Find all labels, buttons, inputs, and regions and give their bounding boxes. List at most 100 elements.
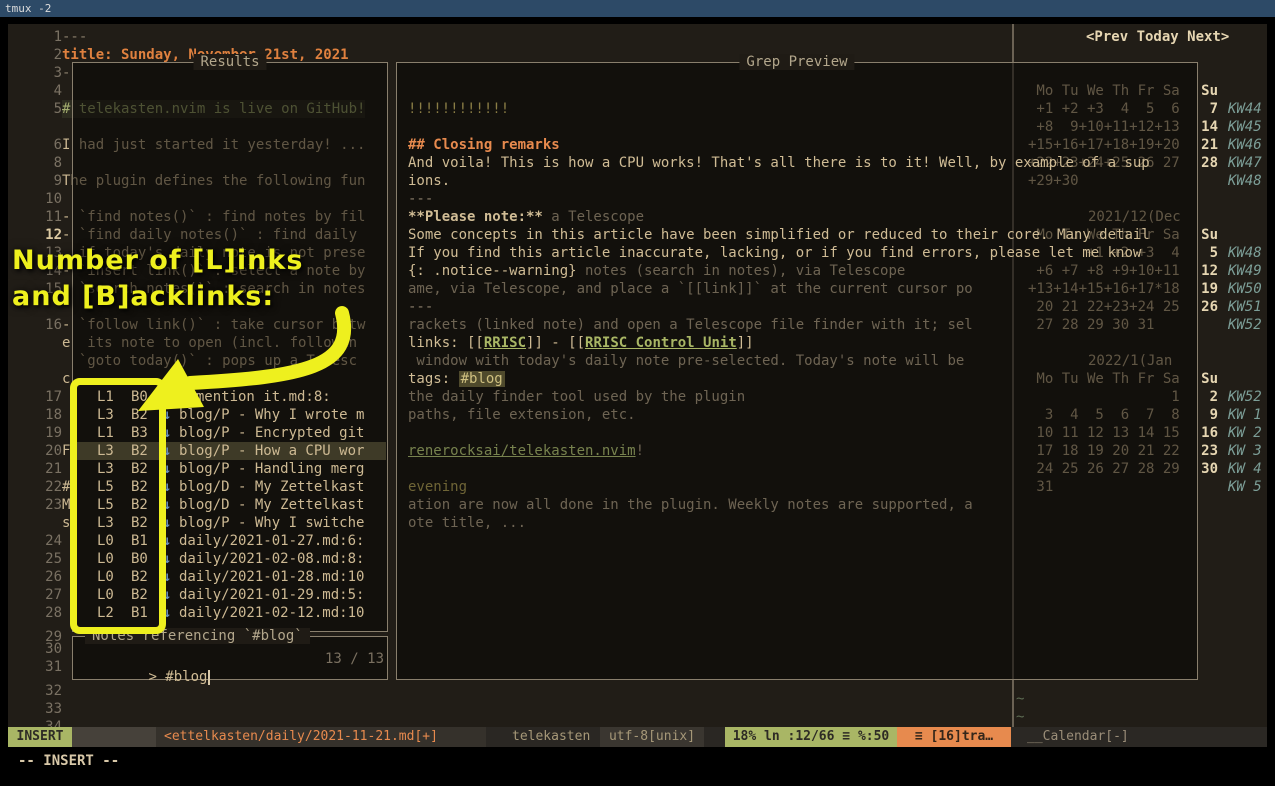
entry-text: blog/P - Handling merg <box>179 460 364 478</box>
screen: tmux -2 <Prev Today Next> ~ ~ Results L1… <box>0 0 1275 786</box>
line-number: 18 <box>20 406 62 424</box>
cursor-position: 18% ln :12/66 ≡ %:50 <box>725 727 897 747</box>
preview-segment: ote title, ... <box>408 515 526 531</box>
preview-line: paths, file extension, etc. <box>408 406 636 424</box>
filename: <ettelkasten/daily/2021-11-21.md[+] <box>156 727 486 747</box>
preview-segment: window with today's daily note pre-selec… <box>408 353 964 369</box>
line-number: 16 <box>20 316 62 334</box>
calendar-sunday[interactable]: 9 <box>1192 406 1218 424</box>
calendar-sunday[interactable]: 26 <box>1192 298 1218 316</box>
preview-line: ame, via Telescope, and place a `[[link]… <box>408 280 973 298</box>
mode-indicator: INSERT <box>8 727 72 747</box>
preview-line: tags: #blog <box>408 370 505 388</box>
preview-segment: ions. <box>408 173 450 189</box>
line-number: 5 <box>20 100 62 118</box>
preview-segment: RRISC Control Unit <box>585 335 737 351</box>
empty-line-tilde: ~ <box>1016 690 1024 708</box>
preview-segment: a Telescope <box>543 209 644 225</box>
line-number: 12 <box>20 226 62 244</box>
calendar-statusline: __Calendar[-] <box>1011 727 1267 747</box>
calendar-week-number: KW47 <box>1228 154 1262 172</box>
grep-preview-title: Grep Preview <box>739 54 854 70</box>
prompt-float: Notes referencing `#blog` > #blog 13 / 1… <box>72 636 388 680</box>
preview-segment: ## Closing remarks <box>408 137 560 153</box>
preview-line: window with today's daily note pre-selec… <box>408 352 964 370</box>
preview-line: the daily finder tool used by the plugin <box>408 388 745 406</box>
preview-segment: renerocksai/telekasten.nvim <box>408 443 636 459</box>
preview-segment: #blog <box>459 371 505 387</box>
line-number: 4 <box>20 82 62 100</box>
prompt-value: > #blog <box>148 669 207 685</box>
line-number: 17 <box>20 388 62 406</box>
calendar-sunday[interactable]: Su <box>1192 370 1218 388</box>
preview-line: ions. <box>408 172 450 190</box>
git-branch: main! <box>72 727 156 747</box>
preview-line: ote title, ... <box>408 514 526 532</box>
calendar-sunday[interactable]: Su <box>1192 82 1218 100</box>
preview-line: renerocksai/telekasten.nvim! <box>408 442 644 460</box>
entry-text: daily/2021-01-27.md:6: <box>179 532 364 550</box>
line-number: 25 <box>20 550 62 568</box>
entry-text: blog/P - Why I switche <box>179 514 364 532</box>
calendar-week-number: KW 1 <box>1228 406 1262 424</box>
preview-segment: --- <box>408 191 433 207</box>
entry-text: blog/D - My Zettelkast <box>179 496 364 514</box>
preview-line: rackets (linked note) and open a Telesco… <box>408 316 973 334</box>
entry-text: daily/2021-01-29.md:5: <box>179 586 364 604</box>
calendar-sunday[interactable]: 19 <box>1192 280 1218 298</box>
calendar-sunday[interactable]: 7 <box>1192 100 1218 118</box>
preview-segment: - <box>543 335 568 351</box>
preview-line: --- <box>408 298 433 316</box>
calendar-sunday[interactable]: 12 <box>1192 262 1218 280</box>
calendar-sunday[interactable]: 28 <box>1192 154 1218 172</box>
empty-line-tilde: ~ <box>1016 708 1024 726</box>
calendar-week-number: KW52 <box>1228 388 1262 406</box>
warning-indicator: ≡ [16]tra… <box>897 727 1011 747</box>
calendar-week-number: KW50 <box>1228 280 1262 298</box>
buffer-line: - <box>62 64 70 82</box>
calendar-sunday[interactable]: 23 <box>1192 442 1218 460</box>
line-number: 9 <box>20 172 62 190</box>
line-number: 26 <box>20 568 62 586</box>
preview-segment: notes (search in notes), via Telescope <box>577 263 906 279</box>
line-number: 2 <box>20 46 62 64</box>
preview-segment: RRISC <box>484 335 526 351</box>
preview-segment: links: [[ <box>408 335 484 351</box>
preview-segment: --- <box>408 299 433 315</box>
encoding: utf-8[unix] <box>600 727 704 747</box>
statusline: INSERT main! <ettelkasten/daily/2021-11-… <box>8 727 1267 747</box>
calendar-nav[interactable]: <Prev Today Next> <box>1086 28 1229 46</box>
calendar-sunday[interactable]: 5 <box>1192 244 1218 262</box>
calendar-week-number: KW44 <box>1228 100 1262 118</box>
preview-segment: Some concepts in this article have been … <box>408 227 1150 243</box>
calendar-week-number: KW48 <box>1228 244 1262 262</box>
window-title: tmux -2 <box>5 2 51 15</box>
calendar-week-number: KW 5 <box>1228 478 1262 496</box>
calendar-sunday[interactable]: 16 <box>1192 424 1218 442</box>
entry-text: daily/2021-02-08.md:8: <box>179 550 364 568</box>
preview-line: !!!!!!!!!!!! <box>408 100 509 118</box>
calendar-week-number: KW52 <box>1228 316 1262 334</box>
preview-segment: ame, via Telescope, and place a `[[link]… <box>408 281 973 297</box>
line-number: 20 <box>20 442 62 460</box>
calendar-sunday[interactable]: 14 <box>1192 118 1218 136</box>
calendar-week-number: KW49 <box>1228 262 1262 280</box>
preview-segment: If you find this article inaccurate, lac… <box>408 245 1141 261</box>
preview-segment: ation are now all done in the plugin. We… <box>408 497 973 513</box>
calendar-sunday[interactable]: Su <box>1192 226 1218 244</box>
calendar-week-number: KW51 <box>1228 298 1262 316</box>
calendar-sunday[interactable]: 21 <box>1192 136 1218 154</box>
calendar-week-number: KW46 <box>1228 136 1262 154</box>
line-number: 24 <box>20 532 62 550</box>
entry-text: daily/2021-01-28.md:10 <box>179 568 364 586</box>
window-titlebar: tmux -2 <box>0 0 1275 17</box>
prompt-input[interactable]: > #blog <box>81 650 210 704</box>
calendar-sunday[interactable]: 30 <box>1192 460 1218 478</box>
preview-line: If you find this article inaccurate, lac… <box>408 244 1141 262</box>
command-line: -- INSERT -- <box>18 751 119 771</box>
line-number: 3 <box>20 64 62 82</box>
grep-preview-float: Grep Preview !!!!!!!!!!!!## Closing rema… <box>396 62 1198 680</box>
calendar-sunday[interactable]: 2 <box>1192 388 1218 406</box>
annotation-highlight-box <box>70 378 166 634</box>
entry-text: blog/D - My Zettelkast <box>179 478 364 496</box>
